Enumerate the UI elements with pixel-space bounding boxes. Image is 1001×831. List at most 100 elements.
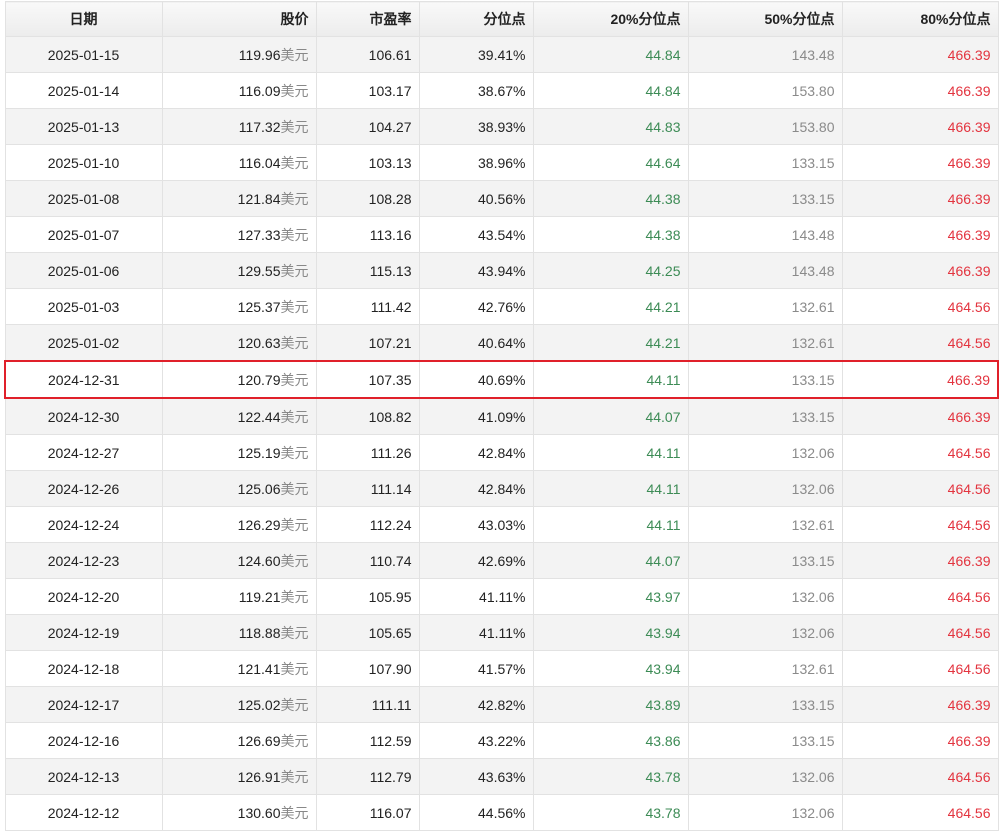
- pe-cell-value: 108.28: [368, 190, 412, 207]
- pe-cell-value: 112.79: [369, 768, 412, 785]
- table-row: 2024-12-24 126.29美元 112.24 43.03% 44.11 132.6…: [4, 506, 999, 543]
- date-cell: 2024-12-17: [4, 686, 163, 723]
- p20-cell-value: 44.21: [645, 334, 681, 351]
- price-cell: 118.88美元: [161, 614, 317, 651]
- date-cell: 2025-01-06: [4, 252, 163, 289]
- p80-cell-value: 466.39: [947, 154, 991, 171]
- price-cell: 124.60美元: [161, 542, 317, 579]
- date-cell: 2025-01-15: [4, 36, 163, 73]
- p80-cell-value: 466.39: [947, 732, 991, 749]
- p20-cell: 44.07: [532, 397, 689, 435]
- currency-unit: 美元: [280, 804, 309, 821]
- date-cell-value: 2025-01-10: [47, 154, 120, 171]
- p80-cell-value: 464.56: [947, 588, 991, 605]
- p50-cell: 132.06: [687, 794, 843, 831]
- pe-cell: 105.65: [315, 614, 420, 651]
- percentile-cell: 40.69%: [418, 360, 534, 399]
- p20-cell: 43.78: [532, 758, 689, 795]
- p50-cell: 132.06: [687, 614, 843, 651]
- pe-cell-value: 113.16: [369, 226, 412, 243]
- price-cell: 126.29美元: [161, 506, 317, 543]
- p20-cell-value: 44.11: [646, 516, 681, 533]
- p80-cell-value: 466.39: [947, 696, 991, 713]
- p80-cell: 466.39: [841, 686, 999, 723]
- pe-cell: 106.61: [315, 36, 420, 73]
- header-p50[interactable]: 50%分位点: [687, 1, 843, 37]
- pe-percentile-table: 日期 股价 市盈率 分位点 20%分位点 50%分位点 80%分位点 2025-…: [4, 1, 999, 831]
- pe-cell: 112.24: [315, 506, 420, 543]
- currency-unit: 美元: [280, 46, 309, 63]
- price-cell-value: 126.29: [237, 516, 281, 533]
- p20-cell-value: 44.38: [645, 190, 681, 207]
- date-cell-value: 2024-12-26: [47, 480, 120, 497]
- percentile-cell-value: 43.94%: [478, 262, 526, 279]
- pe-cell: 113.16: [315, 216, 420, 253]
- p80-cell-value: 466.39: [947, 262, 991, 279]
- p20-cell: 44.25: [532, 252, 689, 289]
- p20-cell-value: 44.11: [646, 480, 681, 497]
- pe-cell: 107.21: [315, 324, 420, 362]
- date-cell-value: 2024-12-19: [47, 624, 120, 641]
- pe-cell: 107.90: [315, 650, 420, 687]
- p50-cell-value: 132.06: [791, 624, 835, 641]
- p50-cell-value: 132.61: [791, 660, 835, 677]
- header-pe[interactable]: 市盈率: [315, 1, 420, 37]
- header-price[interactable]: 股价: [161, 1, 317, 37]
- p80-cell: 464.56: [841, 758, 999, 795]
- p20-cell-value: 44.84: [645, 46, 681, 63]
- price-cell-value: 125.02: [237, 696, 281, 713]
- p20-cell-value: 44.83: [645, 118, 681, 135]
- p20-cell: 44.11: [532, 470, 689, 507]
- price-cell: 121.84美元: [161, 180, 317, 217]
- p20-cell-value: 43.94: [645, 624, 681, 641]
- date-cell: 2024-12-20: [4, 578, 163, 615]
- price-cell-value: 125.19: [237, 444, 281, 461]
- p20-cell: 44.07: [532, 542, 689, 579]
- percentile-cell-value: 38.93%: [478, 118, 526, 135]
- p50-cell: 132.06: [687, 578, 843, 615]
- p80-cell: 466.39: [841, 216, 999, 253]
- table-header: 日期 股价 市盈率 分位点 20%分位点 50%分位点 80%分位点: [4, 1, 999, 37]
- price-cell: 125.02美元: [161, 686, 317, 723]
- p50-cell-value: 133.15: [791, 732, 835, 749]
- pe-cell: 103.13: [315, 144, 420, 181]
- p20-cell-value: 44.25: [645, 262, 681, 279]
- percentile-cell: 43.22%: [418, 722, 534, 759]
- date-cell: 2025-01-02: [4, 324, 163, 362]
- price-cell: 125.37美元: [161, 288, 317, 325]
- p80-cell: 466.39: [841, 542, 999, 579]
- p20-cell: 44.84: [532, 72, 689, 109]
- pe-cell: 115.13: [315, 252, 420, 289]
- date-cell: 2024-12-31: [4, 360, 163, 399]
- p80-cell-value: 464.56: [947, 480, 991, 497]
- date-cell-value: 2024-12-23: [47, 552, 120, 569]
- p80-cell: 466.39: [841, 397, 999, 435]
- table-row: 2024-12-13 126.91美元 112.79 43.63% 43.78 132.0…: [4, 758, 999, 795]
- p80-cell-value: 466.39: [947, 371, 990, 388]
- date-cell-value: 2024-12-31: [47, 371, 120, 388]
- pe-cell: 111.14: [315, 470, 420, 507]
- header-date[interactable]: 日期: [4, 1, 163, 37]
- price-cell-value: 124.60: [237, 552, 281, 569]
- header-p80[interactable]: 80%分位点: [841, 1, 999, 37]
- date-cell: 2024-12-23: [4, 542, 163, 579]
- p50-cell: 132.06: [687, 470, 843, 507]
- p80-cell-value: 464.56: [947, 298, 991, 315]
- date-cell: 2025-01-14: [4, 72, 163, 109]
- percentile-cell: 42.84%: [418, 470, 534, 507]
- percentile-cell: 42.69%: [418, 542, 534, 579]
- p50-cell-value: 132.61: [791, 298, 835, 315]
- p50-cell: 153.80: [687, 72, 843, 109]
- header-p20[interactable]: 20%分位点: [532, 1, 689, 37]
- pe-cell-value: 112.24: [369, 516, 412, 533]
- header-percentile[interactable]: 分位点: [418, 1, 534, 37]
- p50-cell: 133.15: [687, 144, 843, 181]
- p20-cell-value: 44.21: [645, 298, 681, 315]
- p50-cell-value: 143.48: [791, 262, 835, 279]
- p20-cell-value: 44.64: [645, 154, 681, 171]
- p50-cell-value: 133.15: [791, 154, 835, 171]
- table-row: 2025-01-10 116.04美元 103.13 38.96% 44.64 133.1…: [4, 144, 999, 181]
- pe-cell-value: 106.61: [368, 46, 412, 63]
- pe-cell: 108.82: [315, 397, 420, 435]
- date-cell-value: 2025-01-15: [47, 46, 120, 63]
